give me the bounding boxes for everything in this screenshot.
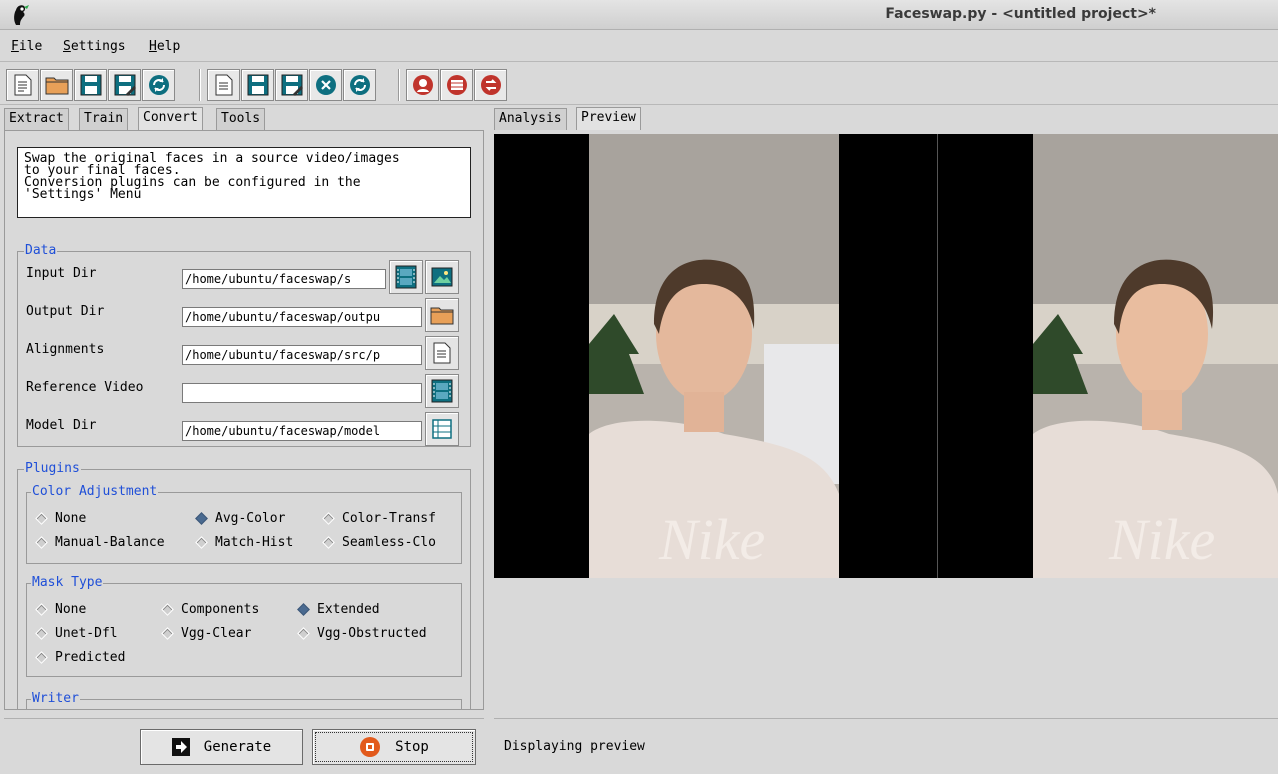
select-video-icon[interactable] bbox=[389, 260, 423, 294]
tab-tools[interactable]: Tools bbox=[216, 108, 266, 130]
convert-description: Swap the original faces in a source vide… bbox=[17, 147, 471, 218]
toolbar-separator bbox=[199, 69, 201, 101]
status-text: Displaying preview bbox=[504, 739, 645, 754]
radio-color-manual-balance[interactable]: Manual-Balance bbox=[35, 535, 165, 550]
output-dir-field[interactable]: /home/ubuntu/faceswap/outpu bbox=[182, 307, 422, 327]
writer-group: Writer bbox=[26, 691, 462, 709]
radio-color-seamless-clone[interactable]: Seamless-Clo bbox=[322, 535, 436, 550]
save-task-as-icon[interactable] bbox=[275, 69, 308, 101]
toolbar bbox=[0, 63, 1278, 105]
generate-label: Generate bbox=[203, 739, 272, 755]
menu-settings[interactable]: Settings bbox=[63, 39, 126, 54]
writer-legend: Writer bbox=[31, 691, 80, 706]
model-dir-label: Model Dir bbox=[26, 418, 97, 433]
convert-options-panel: Swap the original faces in a source vide… bbox=[4, 130, 484, 710]
radio-mask-components[interactable]: Components bbox=[161, 602, 259, 617]
new-project-icon[interactable] bbox=[6, 69, 39, 101]
reload-task-icon[interactable] bbox=[343, 69, 376, 101]
tab-analysis[interactable]: Analysis bbox=[494, 108, 567, 130]
radio-mask-unet-dfl[interactable]: Unet-Dfl bbox=[35, 626, 118, 641]
model-dir-field[interactable]: /home/ubuntu/faceswap/model bbox=[182, 421, 422, 441]
radio-mask-none[interactable]: None bbox=[35, 602, 86, 617]
color-adjustment-legend: Color Adjustment bbox=[31, 484, 159, 499]
tab-extract[interactable]: Extract bbox=[4, 108, 69, 130]
menu-file[interactable]: File bbox=[11, 39, 42, 54]
color-adjustment-group: Color Adjustment None Avg-Color Color-Tr… bbox=[26, 484, 462, 564]
radio-mask-vgg-obstructed[interactable]: Vgg-Obstructed bbox=[297, 626, 427, 641]
alignments-field[interactable]: /home/ubuntu/faceswap/src/p bbox=[182, 345, 422, 365]
reference-video-label: Reference Video bbox=[26, 380, 144, 395]
generate-icon bbox=[171, 738, 190, 756]
select-model-folder-icon[interactable] bbox=[425, 412, 459, 446]
save-task-icon[interactable] bbox=[241, 69, 274, 101]
menu-bar: File Settings Help bbox=[0, 32, 1278, 62]
stop-label: Stop bbox=[395, 739, 429, 755]
input-dir-label: Input Dir bbox=[26, 266, 97, 281]
select-file-icon[interactable] bbox=[425, 336, 459, 370]
radio-color-avg-color[interactable]: Avg-Color bbox=[195, 511, 285, 526]
svg-text:Nike: Nike bbox=[658, 507, 765, 572]
toolbar-separator bbox=[398, 69, 400, 101]
tab-preview[interactable]: Preview bbox=[576, 107, 641, 130]
alignments-label: Alignments bbox=[26, 342, 105, 357]
svg-text:Nike: Nike bbox=[1108, 507, 1215, 572]
plugins-legend: Plugins bbox=[24, 461, 81, 476]
output-dir-label: Output Dir bbox=[26, 304, 105, 319]
radio-mask-extended[interactable]: Extended bbox=[297, 602, 380, 617]
preview-original-frame: Nike bbox=[589, 134, 839, 578]
clear-task-icon[interactable] bbox=[309, 69, 342, 101]
stop-icon bbox=[360, 737, 381, 757]
open-project-icon[interactable] bbox=[40, 69, 73, 101]
tab-convert[interactable]: Convert bbox=[138, 107, 203, 130]
settings-convert-icon[interactable] bbox=[474, 69, 507, 101]
select-folder-icon[interactable] bbox=[425, 298, 459, 332]
select-image-folder-icon[interactable] bbox=[425, 260, 459, 294]
save-project-as-icon[interactable] bbox=[108, 69, 141, 101]
settings-train-icon[interactable] bbox=[440, 69, 473, 101]
settings-extract-icon[interactable] bbox=[406, 69, 439, 101]
generate-button[interactable]: Generate bbox=[140, 729, 303, 765]
mask-type-legend: Mask Type bbox=[31, 575, 104, 590]
reload-project-icon[interactable] bbox=[142, 69, 175, 101]
title-bar: Faceswap.py - <untitled project>* bbox=[0, 0, 1278, 30]
save-project-icon[interactable] bbox=[74, 69, 107, 101]
plugins-group: Plugins Color Adjustment None Avg-Color … bbox=[17, 461, 471, 709]
radio-color-color-transfer[interactable]: Color-Transf bbox=[322, 511, 436, 526]
status-bar: Displaying preview bbox=[494, 718, 1278, 770]
stop-button[interactable]: Stop bbox=[312, 729, 476, 765]
window-title: Faceswap.py - <untitled project>* bbox=[885, 6, 1156, 22]
action-bar: Generate Stop bbox=[4, 718, 484, 770]
radio-mask-predicted[interactable]: Predicted bbox=[35, 650, 125, 665]
tab-train[interactable]: Train bbox=[79, 108, 129, 130]
preview-image: Nike Nike bbox=[494, 134, 1278, 578]
preview-swapped-frame: Nike bbox=[1033, 134, 1278, 578]
reference-video-field[interactable] bbox=[182, 383, 422, 403]
select-reference-video-icon[interactable] bbox=[425, 374, 459, 408]
input-dir-field[interactable]: /home/ubuntu/faceswap/s bbox=[182, 269, 386, 289]
menu-help[interactable]: Help bbox=[149, 39, 180, 54]
mask-type-group: Mask Type None Components Extended Unet-… bbox=[26, 575, 462, 677]
radio-color-match-hist[interactable]: Match-Hist bbox=[195, 535, 293, 550]
radio-mask-vgg-clear[interactable]: Vgg-Clear bbox=[161, 626, 251, 641]
data-legend: Data bbox=[24, 243, 58, 258]
radio-color-none[interactable]: None bbox=[35, 511, 86, 526]
data-group: Data Input Dir /home/ubuntu/faceswap/s O… bbox=[17, 243, 471, 447]
new-task-icon[interactable] bbox=[207, 69, 240, 101]
